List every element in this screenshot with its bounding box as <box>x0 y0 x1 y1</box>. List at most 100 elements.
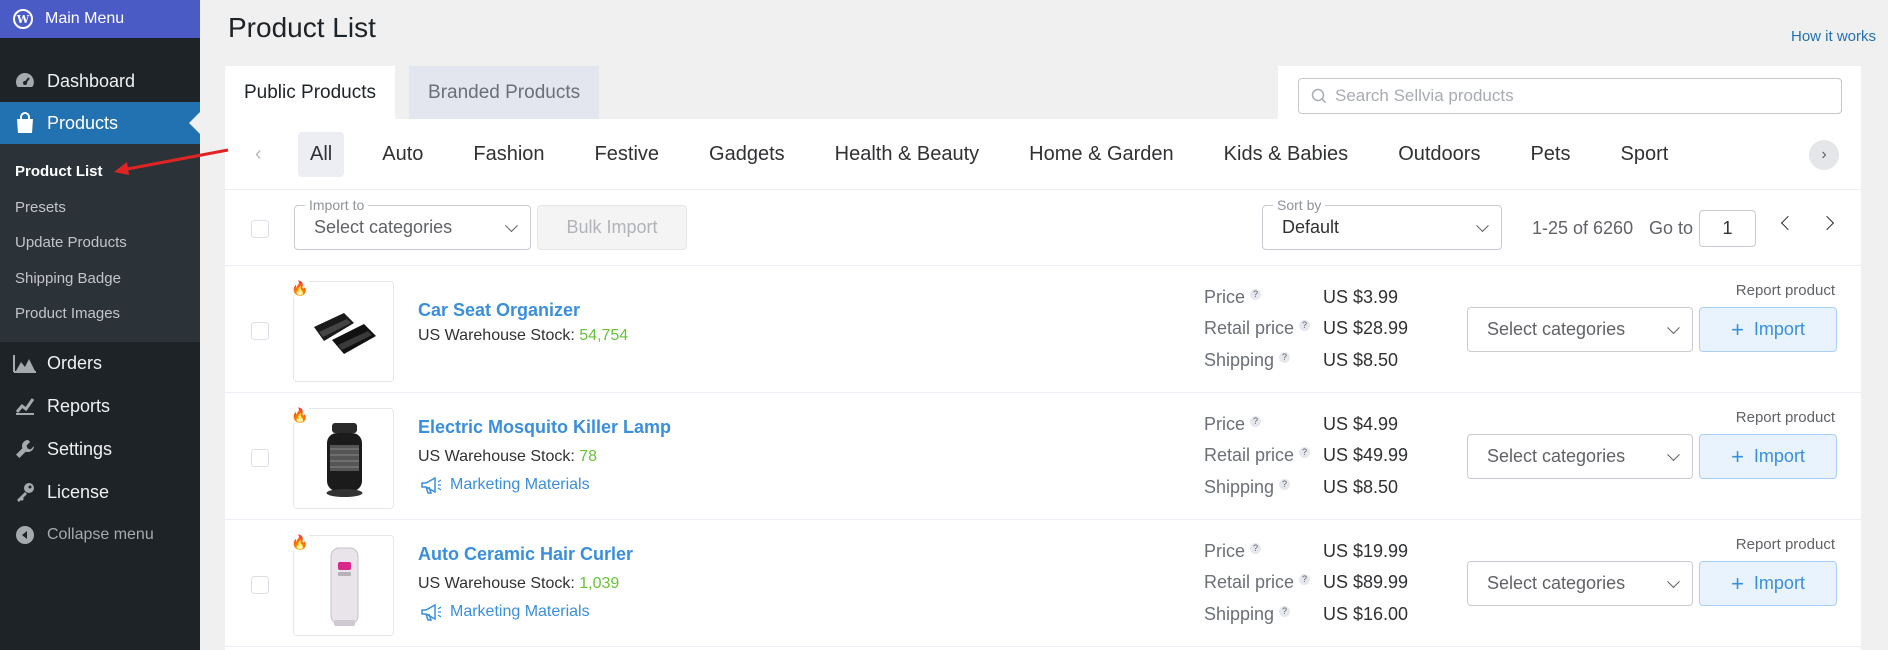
product-row: 🔥 Car Seat Organizer US Warehouse Stock:… <box>225 267 1861 393</box>
report-product-link[interactable]: Report product <box>1736 409 1835 426</box>
import-label: Import <box>1753 573 1805 593</box>
tab-public-products[interactable]: Public Products <box>225 66 396 119</box>
category-fashion[interactable]: Fashion <box>461 132 556 177</box>
chevron-left-icon[interactable]: ‹ <box>255 143 262 166</box>
submenu-shipping-badge[interactable]: Shipping Badge <box>0 261 200 297</box>
collapse-menu-button[interactable]: Collapse menu <box>0 514 200 557</box>
prev-page-icon[interactable] <box>1780 215 1796 231</box>
search-input[interactable] <box>1335 86 1835 106</box>
product-row: 🔥 Electric Mosquito Killer Lamp US Wareh… <box>225 394 1861 520</box>
retail-label-text: Retail price <box>1204 445 1295 465</box>
product-row: 🔥 Auto Ceramic Hair Curler US Warehouse … <box>225 521 1861 647</box>
sort-by-select[interactable]: Sort by Default <box>1262 197 1502 250</box>
page-title: Product List <box>228 12 376 43</box>
product-checkbox[interactable] <box>251 322 269 340</box>
main-menu-label: Main Menu <box>45 10 125 27</box>
fire-icon: 🔥 <box>289 531 311 553</box>
retail-price-label: Retail price? <box>1204 318 1311 339</box>
category-outdoors[interactable]: Outdoors <box>1386 132 1492 177</box>
sidebar-item-reports[interactable]: Reports <box>0 385 200 428</box>
fire-icon: 🔥 <box>289 404 311 426</box>
chevron-right-icon[interactable]: › <box>1809 140 1839 170</box>
price-label-text: Price <box>1204 541 1246 561</box>
retail-label-text: Retail price <box>1204 572 1295 592</box>
goto-label: Go to <box>1649 218 1694 238</box>
next-page-icon[interactable] <box>1819 215 1835 231</box>
product-name-link[interactable]: Car Seat Organizer <box>418 300 580 321</box>
help-icon[interactable]: ? <box>1299 320 1311 331</box>
product-name-link[interactable]: Electric Mosquito Killer Lamp <box>418 417 671 438</box>
goto-page-input[interactable]: 1 <box>1699 210 1756 247</box>
chevron-down-icon <box>1667 574 1680 588</box>
category-kids-babies[interactable]: Kids & Babies <box>1212 132 1361 177</box>
category-sport[interactable]: Sport <box>1608 132 1680 177</box>
import-button[interactable]: + Import <box>1699 561 1837 606</box>
help-icon[interactable]: ? <box>1250 543 1262 554</box>
retail-price-value: US $49.99 <box>1323 445 1409 465</box>
submenu-update-products[interactable]: Update Products <box>0 225 200 261</box>
product-tabs: Public Products Branded Products <box>225 66 600 119</box>
select-all-checkbox[interactable] <box>251 220 269 238</box>
sidebar-item-dashboard[interactable]: Dashboard <box>0 60 200 102</box>
product-name-link[interactable]: Auto Ceramic Hair Curler <box>418 544 633 565</box>
sidebar-item-orders[interactable]: Orders <box>0 342 200 385</box>
help-icon[interactable]: ? <box>1250 289 1262 300</box>
how-it-works-link[interactable]: How it works <box>1791 28 1876 45</box>
shipping-label: Shipping? <box>1204 350 1291 371</box>
import-label: Import <box>1753 446 1805 466</box>
submenu-presets[interactable]: Presets <box>0 190 200 226</box>
stock-value: 78 <box>579 448 598 465</box>
main-menu-bar[interactable]: W Main Menu <box>0 0 200 38</box>
stock-value: 1,039 <box>579 575 620 592</box>
submenu-product-images[interactable]: Product Images <box>0 296 200 332</box>
help-icon[interactable]: ? <box>1250 416 1262 427</box>
sidebar-item-label: Dashboard <box>47 70 136 91</box>
report-product-link[interactable]: Report product <box>1736 282 1835 299</box>
category-home-garden[interactable]: Home & Garden <box>1017 132 1186 177</box>
price-label: Price? <box>1204 414 1262 435</box>
row-category-select[interactable]: Select categories <box>1467 434 1693 479</box>
help-icon[interactable]: ? <box>1279 352 1291 363</box>
megaphone-icon <box>421 603 442 621</box>
sidebar-item-license[interactable]: License <box>0 471 200 514</box>
search-icon <box>1311 88 1327 104</box>
products-panel: ‹ All Auto Fashion Festive Gadgets Healt… <box>225 119 1861 650</box>
warehouse-stock: US Warehouse Stock: 54,754 <box>418 327 628 345</box>
sidebar-item-settings[interactable]: Settings <box>0 428 200 471</box>
chart-line-icon <box>12 395 38 417</box>
category-festive[interactable]: Festive <box>583 132 671 177</box>
stock-label: US Warehouse Stock: <box>418 448 575 465</box>
search-field[interactable] <box>1298 78 1842 114</box>
category-all[interactable]: All <box>298 132 345 177</box>
marketing-materials-link[interactable]: Marketing Materials <box>418 475 590 495</box>
help-icon[interactable]: ? <box>1299 447 1311 458</box>
sidebar-item-products[interactable]: Products <box>0 102 200 144</box>
retail-price-label: Retail price? <box>1204 445 1311 466</box>
tab-branded-products[interactable]: Branded Products <box>409 66 600 119</box>
row-category-select[interactable]: Select categories <box>1467 561 1693 606</box>
marketing-materials-link[interactable]: Marketing Materials <box>418 602 590 622</box>
category-pets[interactable]: Pets <box>1518 132 1582 177</box>
plus-icon: + <box>1731 443 1744 469</box>
category-auto[interactable]: Auto <box>370 132 435 177</box>
product-checkbox[interactable] <box>251 449 269 467</box>
row-category-select[interactable]: Select categories <box>1467 307 1693 352</box>
import-to-value: Select categories <box>314 217 453 237</box>
import-button[interactable]: + Import <box>1699 307 1837 352</box>
row-category-value: Select categories <box>1487 446 1626 466</box>
help-icon[interactable]: ? <box>1279 606 1291 617</box>
category-health-beauty[interactable]: Health & Beauty <box>823 132 992 177</box>
category-gadgets[interactable]: Gadgets <box>697 132 797 177</box>
annotation-arrow <box>114 148 229 175</box>
chart-area-icon <box>12 352 38 374</box>
retail-price-label: Retail price? <box>1204 572 1311 593</box>
import-button[interactable]: + Import <box>1699 434 1837 479</box>
import-to-select[interactable]: Import to Select categories <box>294 197 531 250</box>
report-product-link[interactable]: Report product <box>1736 536 1835 553</box>
help-icon[interactable]: ? <box>1299 574 1311 585</box>
product-checkbox[interactable] <box>251 576 269 594</box>
bulk-import-button[interactable]: Bulk Import <box>537 205 687 250</box>
sidebar-item-label: Orders <box>47 352 103 373</box>
chevron-down-icon <box>1476 218 1489 232</box>
help-icon[interactable]: ? <box>1279 479 1291 490</box>
